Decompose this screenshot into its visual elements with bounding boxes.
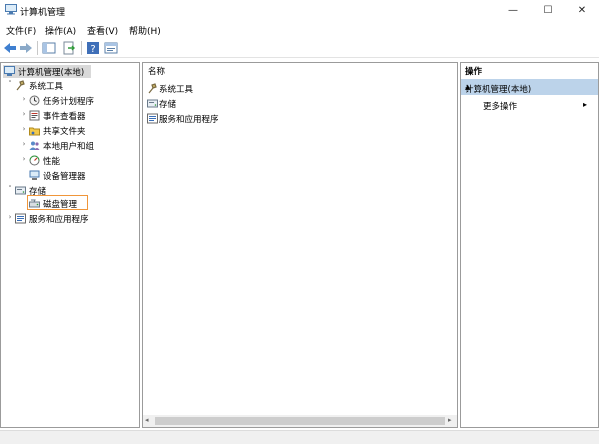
properties-icon[interactable] [104, 41, 118, 55]
scroll-left-icon[interactable]: ◂ [145, 416, 149, 424]
menu-view[interactable]: 查看(V) [87, 24, 118, 37]
toolbar-separator [81, 41, 82, 55]
actions-section-header[interactable]: 计算机管理(本地) ▲ [461, 79, 598, 95]
actions-pane: 操作 计算机管理(本地) ▲ 更多操作 ▸ [460, 62, 599, 428]
title-bar: 计算机管理 — ☐ ✕ [0, 0, 599, 20]
chevron-down-icon[interactable]: ˅ [6, 185, 14, 193]
maximize-button[interactable]: ☐ [532, 0, 564, 20]
storage-icon [15, 186, 26, 195]
chevron-right-icon[interactable]: › [20, 95, 28, 103]
forward-arrow-icon[interactable] [19, 41, 33, 55]
export-list-icon[interactable] [62, 41, 76, 55]
event-viewer-icon [29, 110, 40, 121]
clock-icon [29, 95, 40, 106]
more-actions-link[interactable]: 更多操作 [483, 100, 517, 112]
submenu-arrow-icon[interactable]: ▸ [583, 100, 587, 109]
content-list: 名称 系统工具 存储 服务和应用程序 ◂ ▸ [142, 62, 458, 428]
chevron-right-icon[interactable]: › [20, 155, 28, 163]
toolbar: ? [0, 38, 599, 58]
close-button[interactable]: ✕ [566, 0, 598, 20]
computer-management-icon [5, 4, 17, 15]
shared-folder-icon [29, 127, 40, 136]
scrollbar-thumb[interactable] [155, 417, 445, 425]
back-arrow-icon[interactable] [3, 41, 17, 55]
services-icon [147, 113, 158, 124]
show-hide-tree-icon[interactable] [42, 41, 56, 55]
tree-root-label: 计算机管理(本地) [18, 68, 85, 78]
system-tools-icon [148, 83, 157, 94]
help-icon[interactable]: ? [86, 41, 100, 55]
chevron-right-icon[interactable]: › [20, 110, 28, 118]
collapse-caret-icon[interactable]: ▲ [465, 83, 593, 91]
menu-action[interactable]: 操作(A) [45, 24, 76, 37]
system-tools-icon [16, 80, 25, 91]
tree-root[interactable]: 计算机管理(本地) [3, 65, 91, 78]
chevron-down-icon[interactable]: ˅ [6, 80, 14, 88]
computer-management-icon [4, 66, 15, 76]
services-icon [15, 213, 26, 224]
menu-file[interactable]: 文件(F) [6, 24, 36, 37]
svg-text:?: ? [90, 44, 95, 55]
users-icon [29, 141, 40, 150]
scroll-right-icon[interactable]: ▸ [448, 416, 452, 424]
device-manager-icon [29, 170, 40, 180]
column-header-name[interactable]: 名称 [143, 63, 457, 77]
horizontal-scrollbar[interactable]: ◂ ▸ [143, 415, 457, 427]
toolbar-separator [37, 41, 38, 55]
chevron-right-icon[interactable]: › [20, 125, 28, 133]
chevron-right-icon[interactable]: › [20, 140, 28, 148]
disk-management-icon [29, 199, 40, 208]
window-title: 计算机管理 [20, 8, 66, 18]
storage-icon [147, 99, 158, 108]
status-bar [0, 430, 599, 444]
menu-help[interactable]: 帮助(H) [129, 24, 161, 37]
menu-bar: 文件(F) 操作(A) 查看(V) 帮助(H) [0, 21, 599, 37]
minimize-button[interactable]: — [497, 0, 529, 20]
actions-title: 操作 [465, 67, 483, 77]
performance-icon [29, 155, 40, 166]
navigation-tree: 计算机管理(本地) ˅ 系统工具 › 任务计划程序 › 事件查看器 › 共享文件… [0, 62, 140, 428]
chevron-right-icon[interactable]: › [6, 213, 14, 221]
